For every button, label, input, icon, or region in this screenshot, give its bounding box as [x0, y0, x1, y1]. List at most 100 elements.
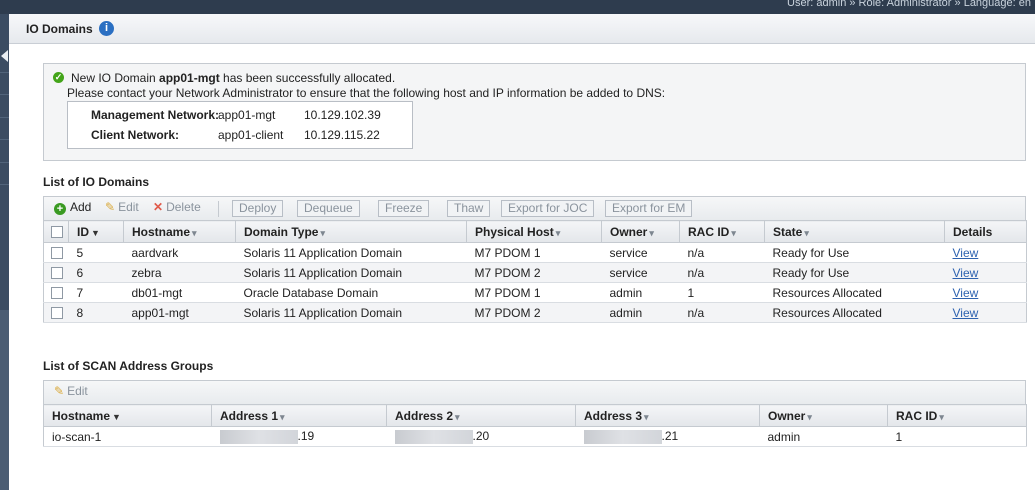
- cell-owner: service: [601, 242, 680, 263]
- column-hostname[interactable]: Hostname ▼: [43, 404, 212, 427]
- export-em-button[interactable]: Export for EM: [605, 200, 693, 217]
- scan-groups-toolbar: ✎ Edit: [43, 380, 1026, 404]
- table-header-row: ID ▼ Hostname ▾ Domain Type ▾ Physical Host…: [43, 220, 1027, 243]
- cell-owner: service: [601, 262, 680, 283]
- table-row[interactable]: 5 aardvark Solaris 11 Application Domain…: [43, 242, 1027, 263]
- row-checkbox[interactable]: [51, 247, 63, 260]
- select-all-checkbox[interactable]: [51, 226, 63, 239]
- column-label: Address 3: [584, 408, 643, 423]
- cell-owner: admin: [759, 426, 888, 447]
- cell-domain-type: Solaris 11 Application Domain: [235, 302, 467, 323]
- row-checkbox-cell[interactable]: [43, 242, 69, 263]
- row-checkbox[interactable]: [51, 267, 63, 280]
- table-row[interactable]: 7 db01-mgt Oracle Database Domain M7 PDO…: [43, 282, 1027, 303]
- thaw-button[interactable]: Thaw: [447, 200, 491, 217]
- column-physical-host[interactable]: Physical Host ▾: [466, 220, 602, 243]
- cell-physical-host: M7 PDOM 2: [466, 262, 602, 283]
- column-label: Hostname: [52, 408, 111, 423]
- column-owner[interactable]: Owner ▾: [601, 220, 680, 243]
- redacted-address: [394, 429, 473, 444]
- network-host: app01-client: [218, 128, 284, 142]
- cell-state: Ready for Use: [764, 242, 945, 263]
- io-domains-section-title: List of IO Domains: [43, 175, 150, 189]
- network-label: Client Network:: [91, 128, 180, 142]
- column-address-1[interactable]: Address 1 ▾: [211, 404, 387, 427]
- network-row: Client Network: app01-client 10.129.115.…: [68, 124, 412, 144]
- rail-divider: [0, 72, 9, 73]
- table-row[interactable]: io-scan-1 .19 .20 .21 admin 1: [43, 426, 1027, 447]
- rail-divider: [0, 94, 9, 95]
- column-label: Owner: [610, 224, 648, 239]
- cell-rac-id: n/a: [679, 242, 765, 263]
- column-label: Owner: [768, 408, 806, 423]
- view-details-link[interactable]: View: [953, 246, 979, 260]
- sort-arrow-icon: ▾: [649, 227, 654, 238]
- cell-details: View: [944, 282, 1027, 303]
- column-domain-type[interactable]: Domain Type ▾: [235, 220, 467, 243]
- freeze-button[interactable]: Freeze: [378, 200, 430, 217]
- cell-hostname: app01-mgt: [123, 302, 236, 323]
- deploy-button[interactable]: Deploy: [232, 200, 284, 217]
- column-address-3[interactable]: Address 3 ▾: [575, 404, 760, 427]
- sort-arrow-icon: ▾: [804, 227, 809, 238]
- delete-button[interactable]: ✕ Delete: [147, 200, 207, 217]
- row-checkbox-cell[interactable]: [43, 302, 69, 323]
- column-id[interactable]: ID ▼: [68, 220, 124, 243]
- edit-pencil-icon: ✎: [54, 384, 65, 398]
- row-checkbox-cell[interactable]: [43, 262, 69, 283]
- table-row[interactable]: 6 zebra Solaris 11 Application Domain M7…: [43, 262, 1027, 283]
- network-ip: 10.129.115.22: [304, 128, 380, 142]
- edit-button[interactable]: ✎ Edit: [99, 200, 145, 217]
- column-state[interactable]: State ▾: [764, 220, 945, 243]
- column-rac-id[interactable]: RAC ID ▾: [887, 404, 1027, 427]
- edit-pencil-icon: ✎: [105, 200, 116, 214]
- column-owner[interactable]: Owner ▾: [759, 404, 888, 427]
- add-button[interactable]: + Add: [48, 200, 97, 217]
- column-label: Hostname: [132, 224, 191, 239]
- scan-edit-button[interactable]: ✎ Edit: [48, 384, 94, 401]
- column-rac-id[interactable]: RAC ID ▾: [679, 220, 765, 243]
- cell-address-2: .20: [386, 426, 576, 447]
- cell-hostname: db01-mgt: [123, 282, 236, 303]
- sort-arrow-icon: ▾: [280, 411, 285, 422]
- cell-details: View: [944, 302, 1027, 323]
- column-address-2[interactable]: Address 2 ▾: [386, 404, 576, 427]
- table-row[interactable]: 8 app01-mgt Solaris 11 Application Domai…: [43, 302, 1027, 323]
- column-hostname[interactable]: Hostname ▾: [123, 220, 236, 243]
- column-label: Address 2: [395, 408, 454, 423]
- select-all-checkbox-cell[interactable]: [43, 220, 69, 243]
- collapse-arrow-icon[interactable]: [1, 50, 8, 62]
- sort-arrow-icon: ▾: [731, 227, 736, 238]
- sort-arrow-icon: ▾: [644, 411, 649, 422]
- sort-arrow-icon: ▾: [939, 411, 944, 422]
- row-checkbox-cell[interactable]: [43, 282, 69, 303]
- network-label: Management Network:: [91, 108, 220, 122]
- sort-arrow-icon: ▾: [455, 411, 460, 422]
- cell-id: 6: [68, 262, 124, 283]
- user-role-language: User: admin » Role: Administrator » Lang…: [787, 0, 1031, 9]
- network-info-table: Management Network: app01-mgt 10.129.102…: [67, 101, 413, 149]
- column-label: ID: [77, 224, 89, 239]
- row-checkbox[interactable]: [51, 287, 63, 300]
- cell-rac-id: 1: [887, 426, 1027, 447]
- message-prefix: New IO Domain: [71, 71, 160, 85]
- view-details-link[interactable]: View: [953, 306, 979, 320]
- view-details-link[interactable]: View: [953, 286, 979, 300]
- delete-label: Delete: [166, 200, 201, 214]
- delete-x-icon: ✕: [153, 200, 164, 214]
- row-checkbox[interactable]: [51, 307, 63, 320]
- address-suffix: .21: [661, 429, 679, 444]
- cell-details: View: [944, 262, 1027, 283]
- dequeue-button[interactable]: Dequeue: [297, 200, 360, 217]
- info-icon[interactable]: i: [99, 21, 114, 36]
- cell-owner: admin: [601, 302, 680, 323]
- cell-domain-type: Solaris 11 Application Domain: [235, 242, 467, 263]
- sort-arrow-icon: ▾: [192, 227, 197, 238]
- cell-hostname: zebra: [123, 262, 236, 283]
- edit-label: Edit: [118, 200, 139, 214]
- column-label: Physical Host: [475, 224, 554, 239]
- view-details-link[interactable]: View: [953, 266, 979, 280]
- column-label: State: [773, 224, 803, 239]
- export-joc-button[interactable]: Export for JOC: [501, 200, 595, 217]
- sort-arrow-icon: ▾: [807, 411, 812, 422]
